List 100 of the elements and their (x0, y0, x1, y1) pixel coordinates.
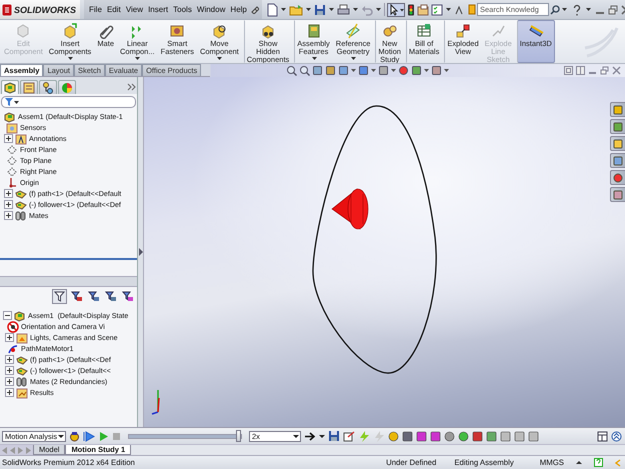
expand-icon[interactable] (5, 388, 14, 397)
panel-tab-icon (60, 80, 74, 94)
expand-icon[interactable] (4, 134, 13, 143)
panel-tab-icon (22, 80, 36, 94)
filter-driving-icon[interactable] (88, 291, 99, 302)
filter-animated-icon[interactable] (71, 291, 82, 302)
calculate-icon[interactable] (69, 430, 80, 442)
export-icon[interactable] (343, 430, 355, 442)
menu-item[interactable]: Tools (171, 5, 194, 14)
select-cursor-button[interactable] (387, 2, 405, 16)
sketch-line-icon (490, 23, 506, 39)
caret-icon[interactable] (561, 6, 568, 13)
menu-item[interactable]: Insert (146, 5, 170, 14)
fastener-icon (169, 23, 186, 39)
caret-icon[interactable] (14, 100, 19, 104)
configuration-tab[interactable] (39, 80, 57, 94)
pin-icon[interactable] (250, 5, 259, 14)
help-icon[interactable] (594, 458, 603, 467)
caret-icon[interactable] (445, 6, 452, 13)
caret-icon[interactable] (375, 6, 382, 13)
save-icon[interactable] (328, 430, 340, 442)
filter-field[interactable] (1, 96, 136, 108)
mates-icon (15, 210, 27, 222)
book-icon (468, 4, 476, 15)
filter-results-icon[interactable] (122, 291, 133, 302)
checklist-icon[interactable] (431, 4, 443, 16)
menu-item[interactable]: Help (228, 5, 249, 14)
caret-icon[interactable] (328, 6, 335, 13)
filter-icon[interactable] (54, 291, 65, 302)
box-icon (62, 23, 78, 39)
restore-icon[interactable] (608, 4, 618, 14)
caret-icon[interactable] (293, 434, 299, 438)
tile-horizontal-icon[interactable] (564, 66, 573, 75)
help-icon[interactable] (572, 4, 582, 16)
expand-icon[interactable] (5, 355, 14, 364)
caret-icon[interactable] (67, 56, 74, 61)
expand-icon[interactable] (5, 333, 14, 342)
table-icon (416, 23, 432, 39)
collapse-up-icon[interactable] (611, 430, 622, 442)
caret-icon[interactable] (216, 56, 224, 61)
paperclip-icon (98, 23, 114, 39)
plane-icon (6, 154, 18, 166)
expand-icon[interactable] (5, 366, 14, 375)
expand-icon[interactable] (5, 377, 14, 386)
ruler-icon (528, 23, 544, 39)
chevron-icon[interactable] (127, 82, 136, 90)
filter-selected-icon[interactable] (105, 291, 116, 302)
printer-icon[interactable] (337, 4, 350, 16)
save-icon[interactable] (314, 4, 326, 16)
plane-icon (6, 166, 18, 178)
panel-tab-icon (41, 80, 55, 94)
logo-badge-icon (2, 4, 12, 16)
filter-icon (5, 98, 13, 106)
box-icon (15, 23, 32, 39)
feature-icon (306, 23, 322, 39)
assembly-icon (14, 310, 26, 322)
plane-icon (6, 144, 18, 156)
tile-vertical-icon[interactable] (576, 66, 585, 75)
caret-icon[interactable] (134, 56, 142, 61)
caret-icon[interactable] (585, 6, 592, 13)
move-icon (211, 23, 228, 39)
expand-icon[interactable] (4, 200, 13, 209)
motion-study-icon (382, 23, 398, 39)
search-icon[interactable] (550, 4, 560, 14)
menu-item[interactable]: Window (194, 5, 228, 14)
new-document-icon[interactable] (266, 2, 278, 16)
close-icon[interactable] (612, 66, 621, 75)
feature-tree-tab[interactable] (1, 80, 19, 94)
menu-item[interactable]: File (87, 5, 104, 14)
collapse-icon[interactable] (3, 311, 12, 320)
assembly-icon (4, 111, 16, 122)
zoom-fit-icon[interactable] (286, 65, 297, 76)
mates-icon (16, 376, 28, 388)
caret-icon[interactable] (319, 434, 325, 438)
splitter-arrow-icon[interactable] (138, 248, 142, 256)
caret-icon[interactable] (280, 6, 287, 13)
property-manager-tab[interactable] (20, 80, 38, 94)
expand-icon[interactable] (4, 211, 13, 220)
expand-icon[interactable] (4, 189, 13, 198)
caret-icon[interactable] (305, 6, 312, 13)
arrow-right-icon[interactable] (304, 432, 316, 440)
play-from-start-icon[interactable] (83, 430, 96, 442)
cone-follower-drawing (332, 188, 368, 230)
glasses-icon (260, 23, 276, 39)
plane-axis-icon (345, 23, 362, 39)
caret-icon[interactable] (352, 6, 359, 13)
camera-view-icon (7, 320, 19, 332)
menu-item[interactable]: View (124, 5, 146, 14)
rebuild-icon[interactable] (407, 4, 415, 16)
restore-icon[interactable] (600, 66, 609, 75)
caret-icon[interactable] (58, 434, 64, 438)
caret-up-icon[interactable] (576, 460, 582, 465)
caret-icon[interactable] (310, 56, 318, 61)
panel-tab-icon (3, 80, 17, 94)
zoom-area-icon[interactable] (299, 65, 310, 76)
options-icon[interactable] (417, 4, 429, 16)
panel-layout-icon[interactable] (597, 430, 608, 442)
menu-item[interactable]: Edit (104, 5, 123, 14)
exploded-view-icon (455, 23, 471, 39)
motor-icon (7, 342, 19, 354)
